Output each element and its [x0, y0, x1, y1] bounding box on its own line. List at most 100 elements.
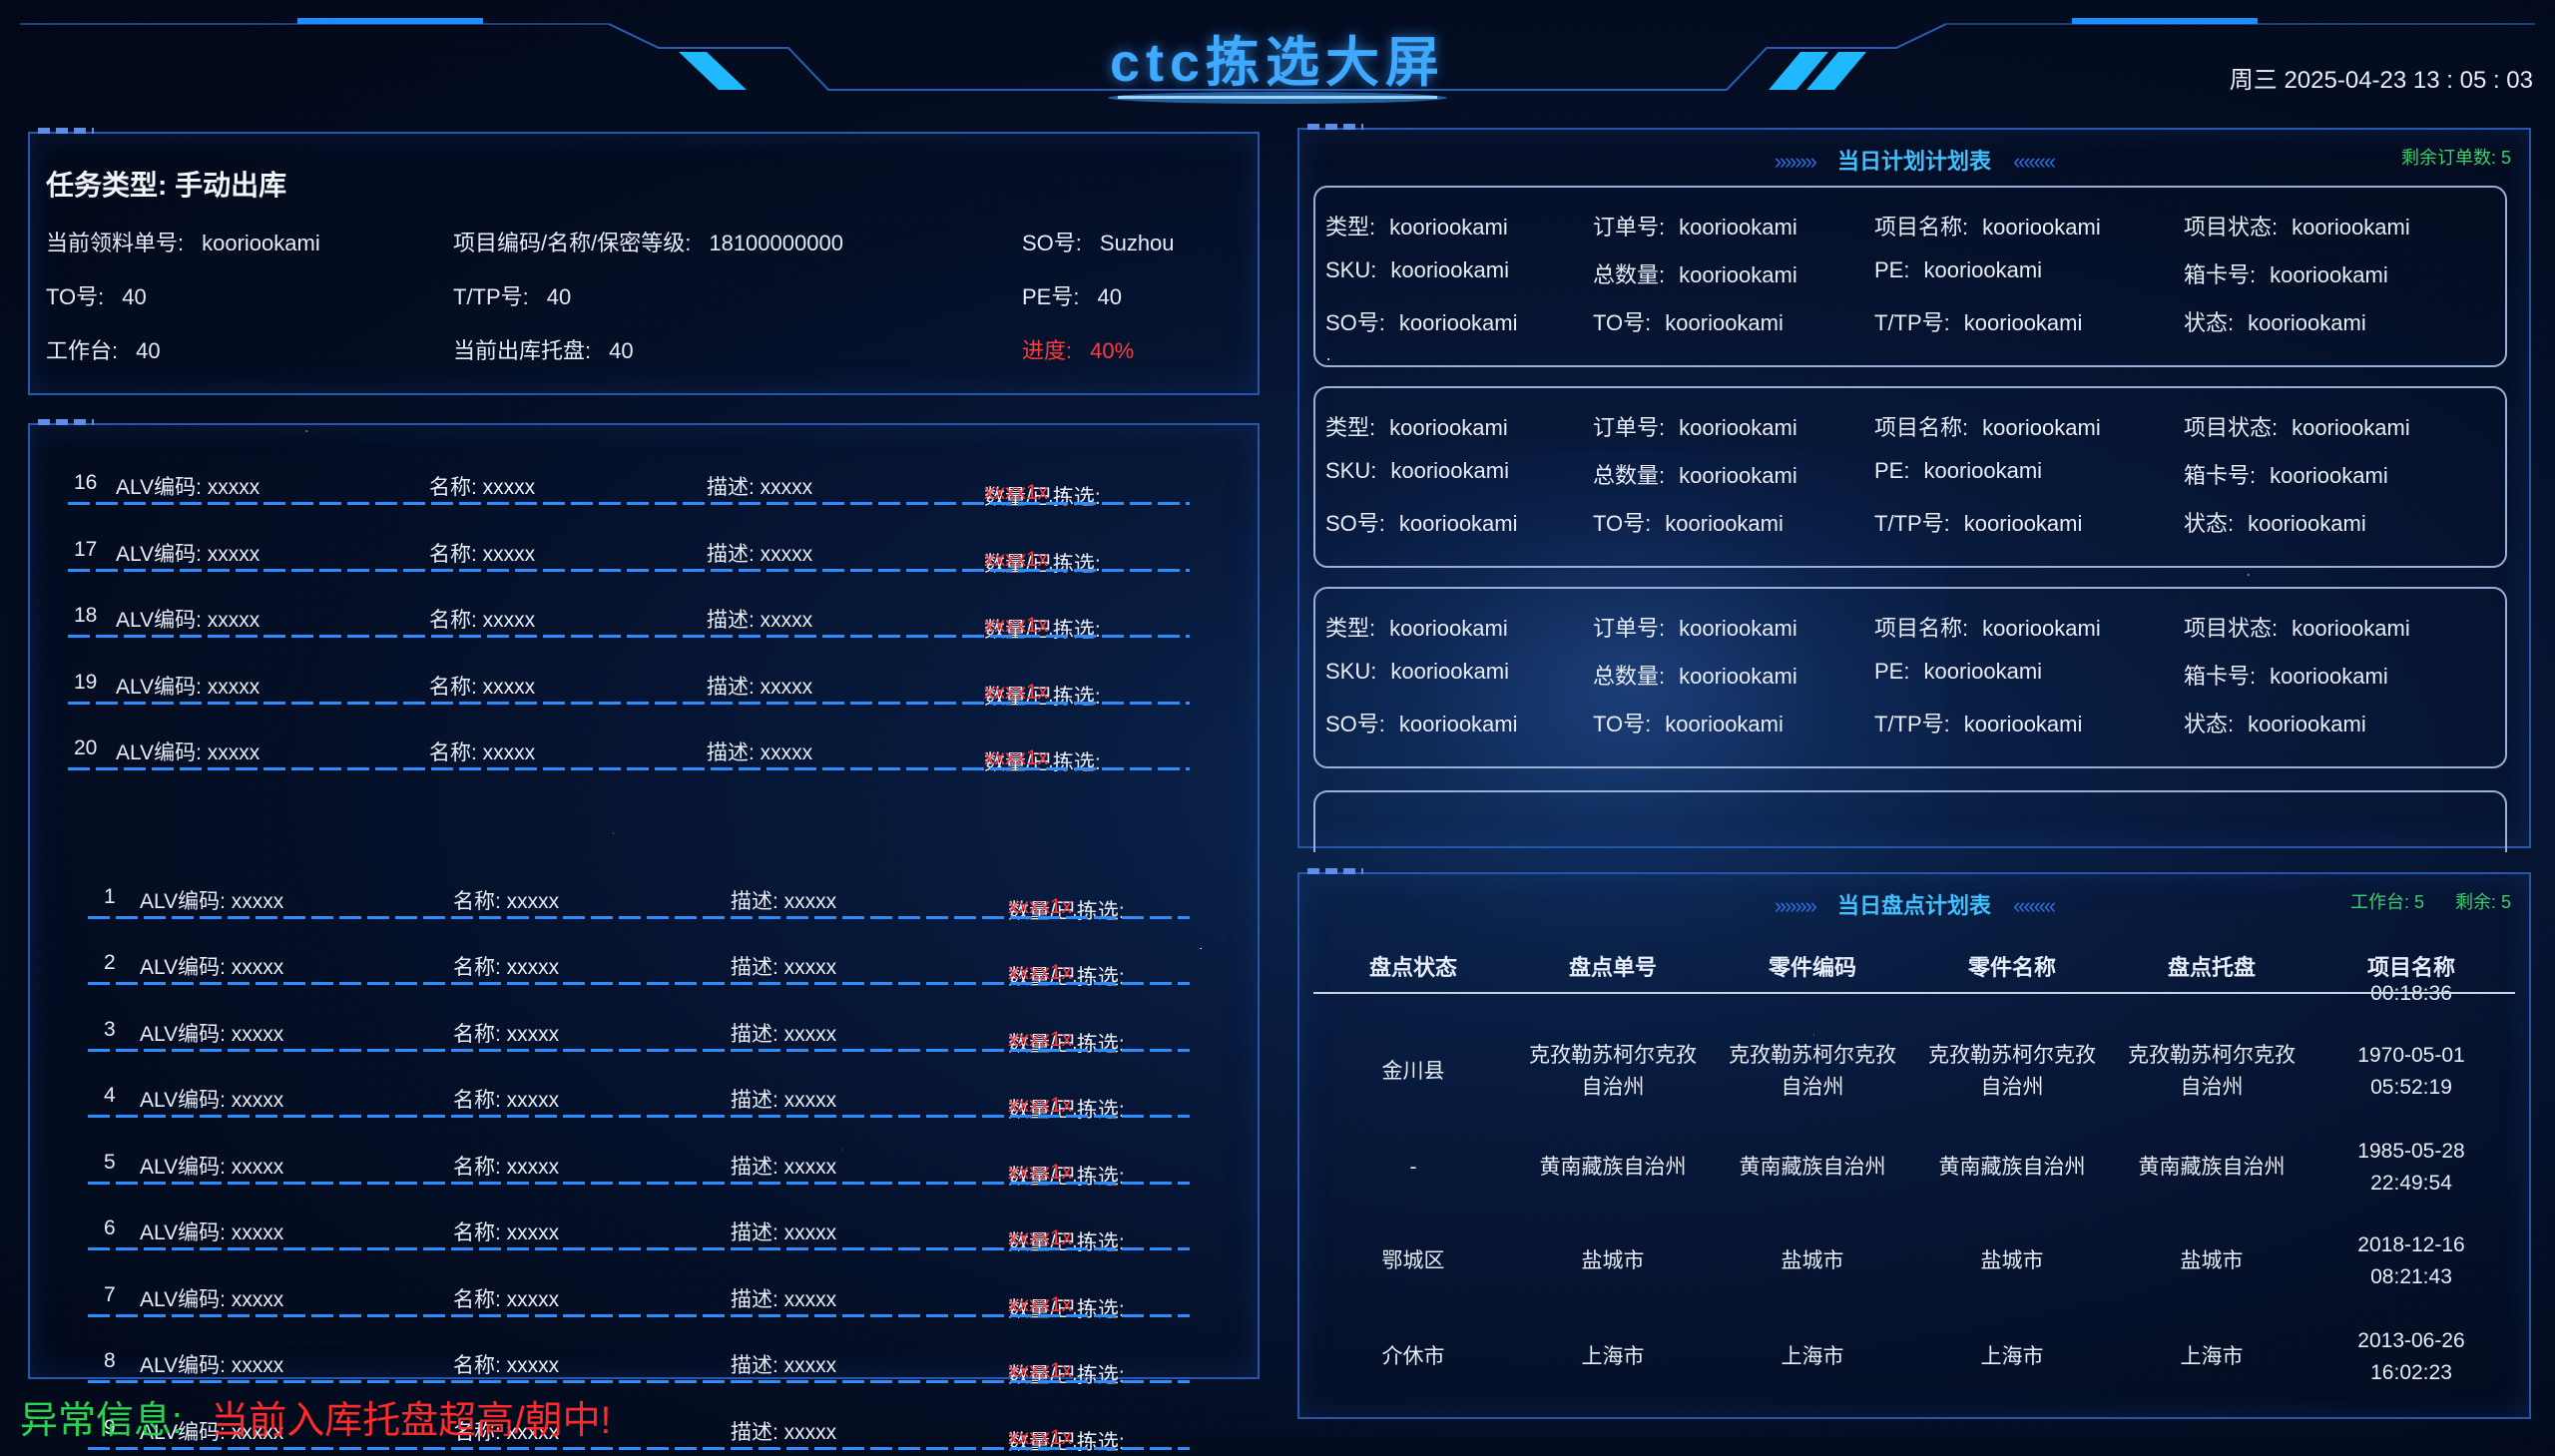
plan-field-label: SO号: [1325, 511, 1385, 536]
dashed-separator [68, 767, 1190, 770]
item-name: 名称: xxxxx [429, 476, 536, 499]
plan-field-value: kooriookami [1390, 257, 1509, 282]
field-label: 当前领料单号: [46, 231, 185, 255]
plan-field: SO号: kooriookami [1325, 707, 1518, 738]
alv-code: ALV编码: xxxxx [140, 1287, 284, 1311]
pick-row: 8 ALV编码: xxxxx 名称: xxxxx 描述: xxxxx 数量/已拣选: xx… [88, 1339, 1190, 1387]
dashed-separator [88, 1380, 1190, 1383]
plan-card: 类型: kooriookami 订单号: kooriookami 项目名称: koorio… [1313, 587, 2507, 768]
plan-field-value: kooriookami [1389, 215, 1508, 240]
field-label: 项目编码/名称/保密等级: [453, 231, 692, 255]
column-header: 零件编码 [1768, 955, 1856, 980]
plan-field-value: kooriookami [1982, 616, 2101, 641]
plan-field-value: kooriookami [1679, 262, 1797, 287]
plan-field-label: TO号: [1593, 511, 1652, 536]
plan-field-value: kooriookami [1390, 659, 1509, 684]
plan-field: 订单号: kooriookami [1593, 210, 1797, 242]
alv-code: ALV编码: xxxxx [116, 476, 260, 499]
item-desc: 描述: xxxxx [707, 741, 813, 764]
plan-field-value: kooriookami [1389, 616, 1508, 641]
plan-field: 箱卡号: kooriookami [2184, 659, 2388, 691]
chevron-left-icon: «««« [2013, 893, 2056, 918]
item-name: 名称: xxxxx [453, 889, 560, 913]
plan-field: TO号: kooriookami [1593, 506, 1784, 538]
plan-field: SO号: kooriookami [1325, 506, 1518, 538]
field-progress: 进度: 40% [1022, 333, 1134, 365]
plan-field-value: kooriookami [1665, 712, 1784, 736]
plan-field-value: kooriookami [1679, 415, 1797, 440]
dashed-separator [88, 1446, 1190, 1450]
pick-row: 18 ALV编码: xxxxx 名称: xxxxx 描述: xxxxx 数量/已拣选: x… [68, 594, 1190, 642]
column-header: 项目名称 [2366, 955, 2455, 980]
panel-tab-decoration [38, 128, 94, 134]
plan-field-value: kooriookami [2248, 511, 2366, 536]
column-header: 零件名称 [1967, 955, 2056, 980]
item-name: 名称: xxxxx [453, 1221, 560, 1244]
alv-code: ALV编码: xxxxx [140, 889, 284, 913]
remaining-count: 剩余: 5 [2454, 892, 2511, 912]
table-cell: 盐城市 [1781, 1249, 1844, 1272]
partial-row-cell: 00:18:36 [2370, 984, 2452, 1005]
plan-field: 总数量: kooriookami [1593, 659, 1797, 691]
pick-row: 19 ALV编码: xxxxx 名称: xxxxx 描述: xxxxx 数量/已拣选: x… [68, 661, 1190, 709]
plan-field-label: 总数量: [1593, 463, 1666, 488]
chevron-left-icon: «««« [2013, 149, 2056, 174]
alv-code: ALV编码: xxxxx [140, 1354, 284, 1377]
plan-field: 类型: kooriookami [1325, 410, 1508, 442]
item-name: 名称: xxxxx [429, 741, 536, 764]
plan-field-value: kooriookami [1982, 415, 2101, 440]
plan-field: SKU: kooriookami [1325, 458, 1509, 484]
plan-field: 状态: kooriookami [2184, 506, 2366, 538]
field-value: 18100000000 [709, 231, 843, 255]
pick-row: 7 ALV编码: xxxxx 名称: xxxxx 描述: xxxxx 数量/已拣选: xx… [88, 1273, 1190, 1321]
item-desc: 描述: xxxxx [731, 1354, 837, 1377]
table-cell: 克孜勒苏柯尔克孜自治州 [1928, 1044, 2096, 1099]
field-requisition-no: 当前领料单号: kooriookami [46, 226, 320, 257]
plan-field-label: 类型: [1325, 215, 1376, 240]
plan-field-value: kooriookami [1665, 511, 1784, 536]
field-label: 进度: [1022, 338, 1073, 363]
plan-field-label: 订单号: [1593, 415, 1666, 440]
plan-field-label: 订单号: [1593, 215, 1666, 240]
alv-code: ALV编码: xxxxx [140, 1155, 284, 1179]
plan-field: 状态: kooriookami [2184, 707, 2366, 738]
plan-field-label: PE: [1874, 257, 1910, 282]
plan-field-value: kooriookami [1923, 458, 2043, 483]
pick-row: 20 ALV编码: xxxxx 名称: xxxxx 描述: xxxxx 数量/已拣选: x… [68, 727, 1190, 774]
plan-field-value: kooriookami [2270, 463, 2388, 488]
row-index: 20 [74, 736, 98, 759]
dashed-separator [88, 1181, 1190, 1185]
dashed-separator [88, 1247, 1190, 1250]
row-index: 7 [104, 1282, 116, 1306]
plan-card: 类型: kooriookami 订单号: kooriookami 项目名称: koorio… [1313, 186, 2507, 367]
plan-field: 项目名称: kooriookami [1874, 410, 2101, 442]
plan-field: 类型: kooriookami [1325, 611, 1508, 643]
exception-label: 异常信息: [20, 1400, 183, 1442]
panel-tab-decoration [38, 419, 94, 425]
row-index: 17 [74, 537, 98, 561]
field-value: 40 [546, 284, 572, 309]
row-index: 5 [104, 1150, 116, 1174]
field-value: 40 [136, 338, 161, 363]
dashed-separator [68, 568, 1190, 572]
plan-field: 项目状态: kooriookami [2184, 210, 2410, 242]
task-type-value: 手动出库 [175, 170, 287, 201]
plan-field-value: kooriookami [1963, 712, 2083, 736]
plan-field-label: PE: [1874, 659, 1910, 684]
plan-field-label: 项目状态: [2184, 415, 2279, 440]
plan-field: 订单号: kooriookami [1593, 611, 1797, 643]
exception-message: 当前入库托盘超高/朝中! [211, 1400, 612, 1442]
column-header: 盘点单号 [1568, 955, 1657, 980]
plan-field: PE: kooriookami [1874, 659, 2042, 685]
pick-row: 3 ALV编码: xxxxx 名称: xxxxx 描述: xxxxx 数量/已拣选: xx… [88, 1008, 1190, 1056]
plan-field-value: kooriookami [2270, 664, 2388, 689]
inventory-plan-panel: »»»» 当日盘点计划表 «««« 工作台: 5 剩余: 5 盘点状态 盘点单号 零… [1297, 868, 2531, 1419]
item-desc: 描述: xxxxx [731, 1221, 837, 1244]
item-name: 名称: xxxxx [453, 1354, 560, 1377]
task-type-label: 任务类型: [46, 170, 168, 201]
plan-field: TO号: kooriookami [1593, 707, 1784, 738]
plan-field-label: 类型: [1325, 616, 1376, 641]
remaining-orders: 剩余订单数: 5 [2400, 148, 2511, 168]
field-value: 40 [1097, 284, 1122, 309]
alv-code: ALV编码: xxxxx [116, 542, 260, 566]
